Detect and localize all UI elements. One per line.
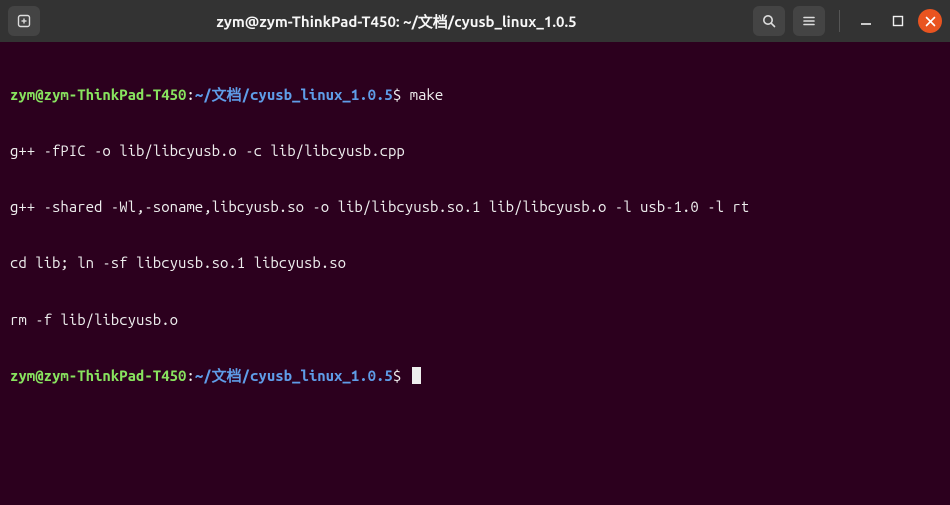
prompt-user: zym@zym-ThinkPad-T450 [10, 86, 186, 103]
menu-button[interactable] [793, 6, 825, 36]
window-title: zym@zym-ThinkPad-T450: ~/文档/cyusb_linux_… [48, 11, 745, 32]
new-tab-icon [16, 13, 32, 29]
minimize-button[interactable] [854, 9, 878, 33]
prompt-path: ~/文档/cyusb_linux_1.0.5 [195, 367, 393, 384]
prompt-dollar: $ [393, 367, 401, 384]
titlebar-left [8, 6, 40, 36]
titlebar-right [753, 6, 942, 36]
search-icon [761, 13, 777, 29]
terminal-output: g++ -shared -Wl,-soname,libcyusb.so -o l… [10, 198, 940, 217]
minimize-icon [860, 15, 872, 27]
close-button[interactable] [918, 9, 942, 33]
prompt-dollar: $ [393, 86, 401, 103]
terminal-output: rm -f lib/libcyusb.o [10, 311, 940, 330]
terminal-output: cd lib; ln -sf libcyusb.so.1 libcyusb.so [10, 254, 940, 273]
maximize-button[interactable] [886, 9, 910, 33]
command-text: make [410, 86, 444, 103]
prompt-colon: : [186, 367, 194, 384]
maximize-icon [892, 15, 904, 27]
hamburger-icon [801, 13, 817, 29]
search-button[interactable] [753, 6, 785, 36]
prompt-colon: : [186, 86, 194, 103]
terminal-line: zym@zym-ThinkPad-T450:~/文档/cyusb_linux_1… [10, 367, 940, 386]
close-icon [925, 16, 936, 27]
terminal-output: g++ -fPIC -o lib/libcyusb.o -c lib/libcy… [10, 142, 940, 161]
titlebar: zym@zym-ThinkPad-T450: ~/文档/cyusb_linux_… [0, 0, 950, 42]
new-tab-button[interactable] [8, 6, 40, 36]
prompt-user: zym@zym-ThinkPad-T450 [10, 367, 186, 384]
cursor [412, 367, 421, 384]
prompt-path: ~/文档/cyusb_linux_1.0.5 [195, 86, 393, 103]
titlebar-divider [839, 10, 840, 32]
terminal-line: zym@zym-ThinkPad-T450:~/文档/cyusb_linux_1… [10, 86, 940, 105]
terminal-area[interactable]: zym@zym-ThinkPad-T450:~/文档/cyusb_linux_1… [0, 42, 950, 410]
